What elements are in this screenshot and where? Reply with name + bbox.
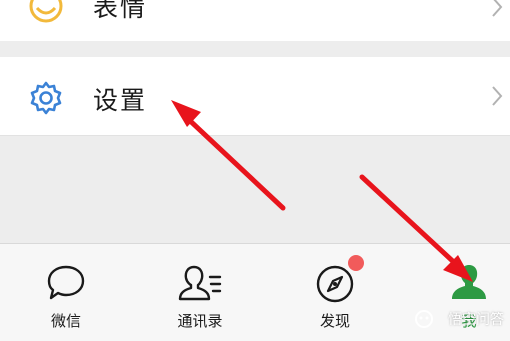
watermark-text: 悟空问答 bbox=[448, 312, 504, 328]
notification-dot bbox=[348, 255, 364, 271]
tab-contacts[interactable]: 通讯录 bbox=[145, 244, 255, 341]
chevron-right-icon bbox=[490, 85, 504, 111]
menu-item-settings[interactable]: 设置 bbox=[0, 57, 510, 136]
menu-item-emoji-label: 表情 bbox=[93, 0, 148, 22]
menu-item-settings-label: 设置 bbox=[93, 86, 148, 115]
compass-icon bbox=[314, 263, 356, 309]
contacts-icon bbox=[177, 263, 223, 307]
tab-contacts-label: 通讯录 bbox=[177, 312, 223, 330]
menu-item-emoji[interactable]: 表情 bbox=[0, 0, 510, 41]
tab-chats-label: 微信 bbox=[50, 312, 81, 330]
smile-icon bbox=[28, 0, 64, 28]
tab-discover-label: 发现 bbox=[319, 312, 350, 330]
tab-chats[interactable]: 微信 bbox=[11, 244, 121, 341]
watermark-logo-icon bbox=[413, 309, 435, 333]
gear-icon bbox=[28, 80, 64, 120]
person-icon bbox=[448, 263, 490, 307]
chat-bubble-icon bbox=[45, 263, 87, 307]
chevron-right-icon bbox=[490, 0, 504, 22]
tab-discover[interactable]: 发现 bbox=[280, 244, 390, 341]
